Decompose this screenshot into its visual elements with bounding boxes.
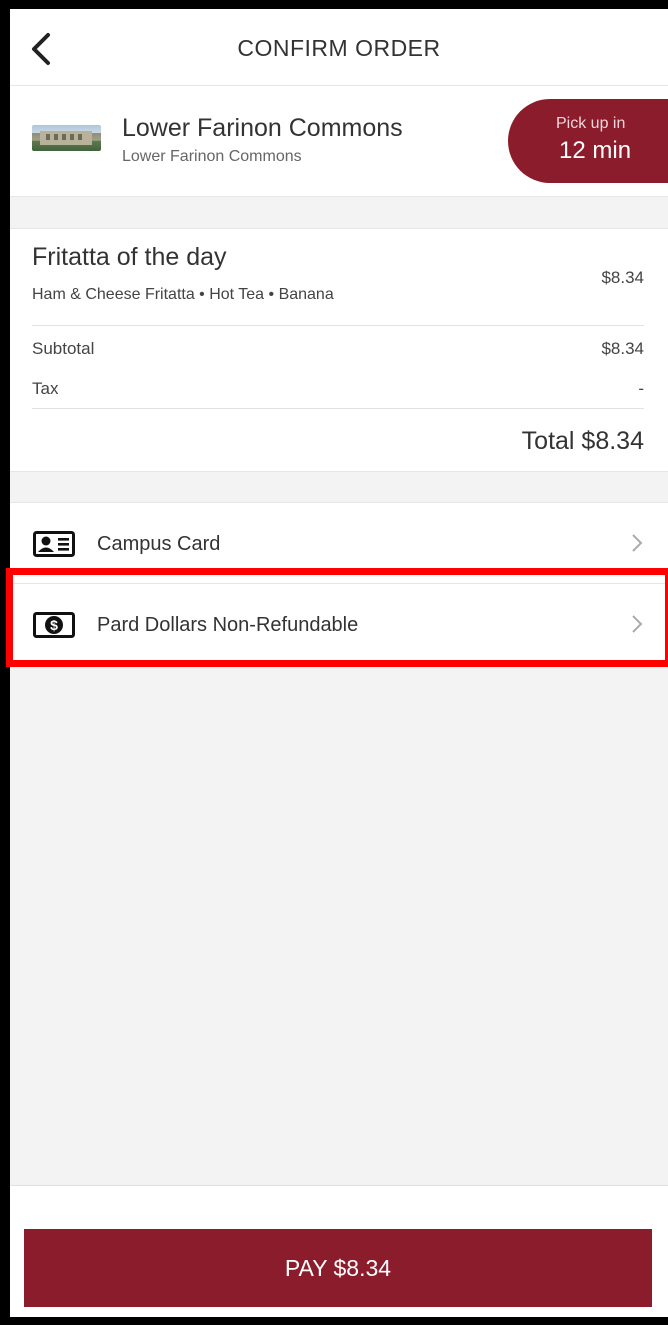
item-description: Ham & Cheese Fritatta • Hot Tea • Banana (32, 286, 334, 303)
pickup-time: 12 min (559, 137, 632, 164)
header-bar: CONFIRM ORDER (10, 9, 668, 86)
store-subtitle: Lower Farinon Commons (122, 148, 302, 165)
order-summary: Fritatta of the day Ham & Cheese Fritatt… (10, 228, 668, 472)
store-thumbnail (32, 125, 101, 151)
subtotal-label: Subtotal (32, 339, 95, 358)
subtotal-value: $8.34 (601, 339, 644, 358)
divider (32, 325, 644, 326)
item-price: $8.34 (601, 268, 644, 287)
id-card-icon (33, 531, 75, 557)
payment-methods: Campus Card $ Pard Dollars Non-Refundabl… (10, 502, 668, 664)
dollar-icon: $ (33, 612, 75, 638)
pay-button[interactable]: PAY $8.34 (24, 1229, 652, 1307)
tax-value: - (638, 379, 644, 398)
item-title: Fritatta of the day (32, 243, 227, 271)
store-name: Lower Farinon Commons (122, 114, 403, 142)
page-title: CONFIRM ORDER (237, 35, 441, 61)
payment-label: Pard Dollars Non-Refundable (97, 614, 359, 636)
payment-label: Campus Card (97, 533, 221, 555)
phone-screen: CONFIRM ORDER Lower Farinon Commons Lowe… (10, 9, 668, 1317)
svg-text:$: $ (50, 617, 58, 633)
pickup-badge: Pick up in 12 min (508, 99, 668, 183)
tax-label: Tax (32, 379, 59, 398)
payment-option-pard-dollars[interactable]: $ Pard Dollars Non-Refundable (10, 584, 668, 664)
divider (32, 408, 644, 409)
pickup-label: Pick up in (556, 115, 626, 132)
order-total: Total $8.34 (521, 427, 644, 455)
chevron-right-icon (632, 534, 643, 552)
footer-bar: PAY $8.34 (10, 1185, 668, 1317)
payment-option-campus-card[interactable]: Campus Card (10, 503, 668, 584)
store-card: Lower Farinon Commons Lower Farinon Comm… (10, 86, 668, 197)
chevron-right-icon (632, 615, 643, 633)
